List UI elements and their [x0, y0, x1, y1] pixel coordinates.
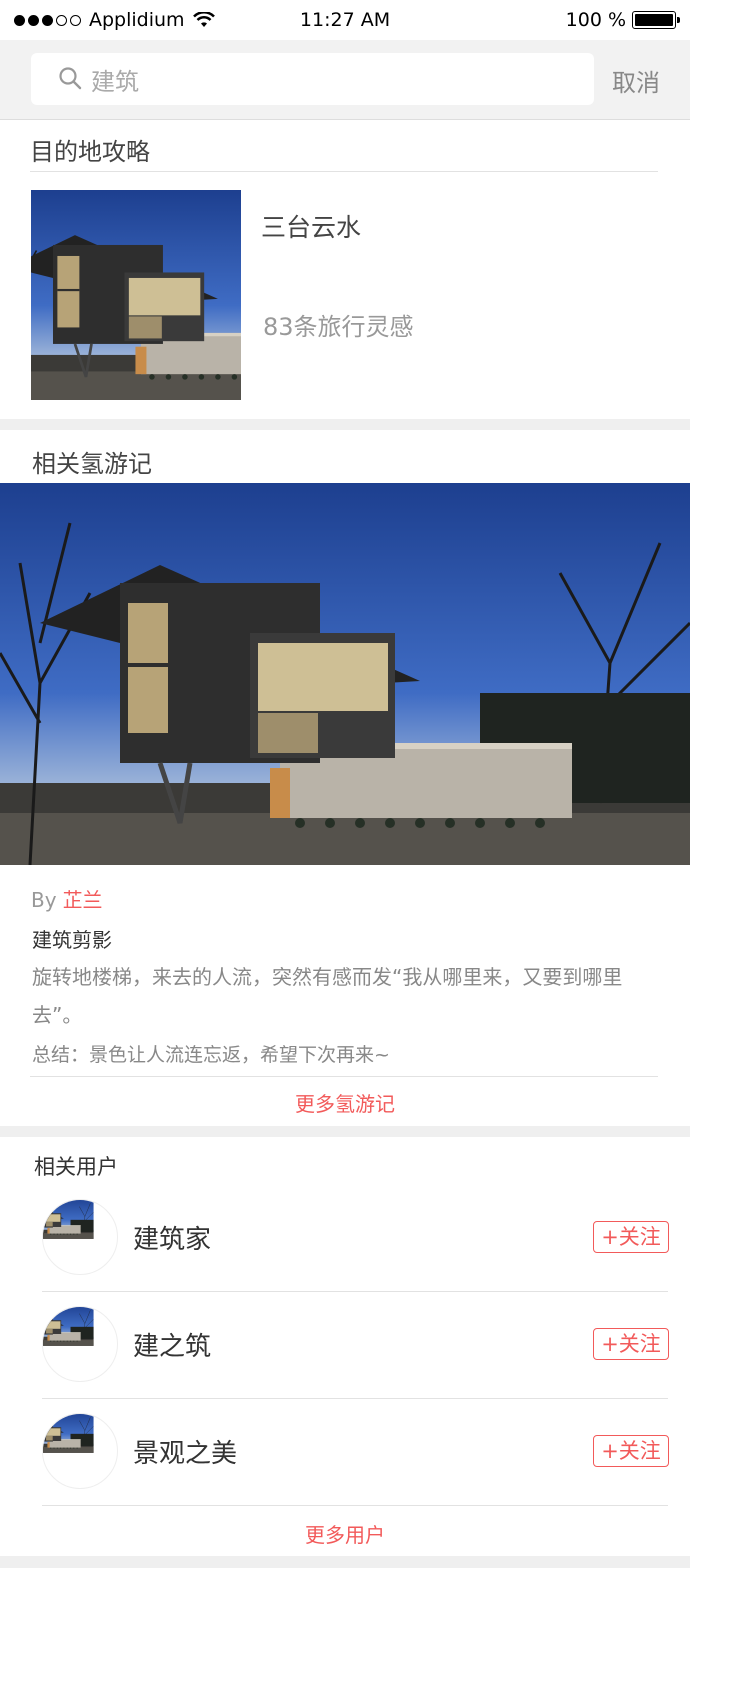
note-byline: By 芷兰: [31, 884, 103, 913]
more-users-link[interactable]: 更多用户: [0, 1519, 690, 1548]
destination-section-title: 目的地攻略: [30, 138, 150, 166]
search-input[interactable]: [91, 61, 571, 97]
travel-notes-section-title: 相关氢游记: [32, 450, 152, 478]
more-travel-notes-link[interactable]: 更多氢游记: [0, 1088, 690, 1117]
avatar[interactable]: [42, 1306, 118, 1382]
note-body: 旋转地楼梯，来去的人流，突然有感而发“我从哪里来，又要到哪里去”。: [32, 965, 623, 1027]
search-box[interactable]: [31, 53, 594, 105]
destination-name[interactable]: 三台云水: [261, 208, 361, 244]
user-row[interactable]: 建之筑 +关注: [0, 1292, 690, 1398]
destination-count: 83条旅行灵感: [263, 313, 414, 341]
section-gap: [0, 1126, 690, 1137]
search-icon: [59, 67, 82, 90]
destination-thumbnail[interactable]: [31, 190, 241, 400]
user-name[interactable]: 景观之美: [133, 1433, 237, 1470]
note-author-link[interactable]: 芷兰: [63, 888, 103, 912]
note-summary: 总结：景色让人流连忘返，希望下次再来~: [32, 1044, 390, 1066]
user-row[interactable]: 景观之美 +关注: [0, 1399, 690, 1505]
battery-percent: 100 %: [565, 9, 626, 31]
status-bar-right: 100 %: [565, 9, 680, 31]
travel-note-cover-image[interactable]: [0, 483, 690, 865]
avatar[interactable]: [42, 1413, 118, 1489]
by-label: By: [31, 888, 57, 912]
user-row[interactable]: 建筑家 +关注: [0, 1185, 690, 1291]
note-divider: [30, 1076, 658, 1077]
bottom-gap: [0, 1556, 690, 1568]
users-section-title: 相关用户: [34, 1155, 118, 1179]
cancel-button[interactable]: 取消: [612, 63, 660, 98]
user-divider: [42, 1505, 668, 1506]
status-bar: Applidium 11:27 AM 100 %: [0, 0, 690, 40]
battery-icon: [632, 11, 680, 29]
search-bar: 取消: [0, 40, 690, 120]
follow-button[interactable]: +关注: [593, 1435, 669, 1467]
user-name[interactable]: 建之筑: [133, 1326, 211, 1363]
section-gap: [0, 419, 690, 430]
user-name[interactable]: 建筑家: [133, 1219, 211, 1256]
section-divider: [30, 171, 658, 172]
avatar[interactable]: [42, 1199, 118, 1275]
follow-button[interactable]: +关注: [593, 1328, 669, 1360]
follow-button[interactable]: +关注: [593, 1221, 669, 1253]
note-title[interactable]: 建筑剪影: [32, 924, 112, 953]
